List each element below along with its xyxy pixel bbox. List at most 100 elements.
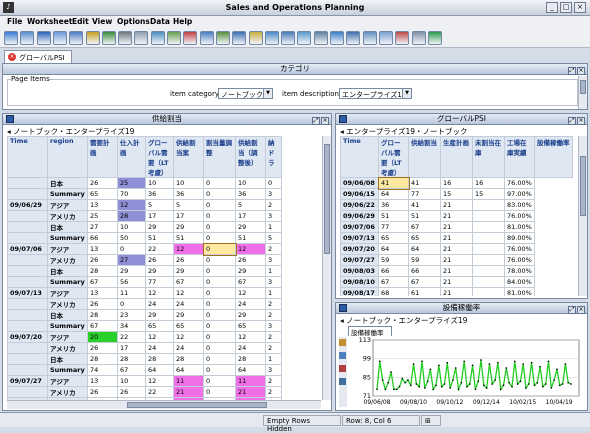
value-cell[interactable]: 25 xyxy=(87,210,118,222)
close-icon[interactable]: × xyxy=(321,117,329,125)
value-cell[interactable]: 65 xyxy=(235,320,266,332)
value-cell[interactable]: 3 xyxy=(265,320,282,332)
toolbar-button-12-icon[interactable] xyxy=(183,31,198,45)
value-cell[interactable] xyxy=(472,199,505,211)
toolbar-button-21-icon[interactable] xyxy=(330,31,344,45)
value-cell[interactable]: 5 xyxy=(235,199,266,211)
value-cell[interactable]: 11 xyxy=(117,287,146,299)
value-cell[interactable] xyxy=(472,276,505,288)
value-cell[interactable]: 66 xyxy=(87,232,118,244)
value-cell[interactable]: 3 xyxy=(265,364,282,376)
toolbar-button-10-icon[interactable] xyxy=(150,31,165,45)
toolbar-button-5-icon[interactable] xyxy=(69,31,84,45)
value-cell[interactable]: 13 xyxy=(87,287,118,299)
value-cell[interactable]: 29 xyxy=(145,309,174,321)
value-cell[interactable]: 2 xyxy=(265,298,282,310)
value-cell[interactable]: 21 xyxy=(440,254,473,266)
restore-icon[interactable]: ⤢ xyxy=(312,117,320,125)
value-cell[interactable]: 29 xyxy=(117,265,146,277)
column-header[interactable]: 割当量調整 xyxy=(203,136,236,178)
value-cell[interactable]: 50 xyxy=(117,232,146,244)
value-cell[interactable]: 29 xyxy=(173,221,204,233)
value-cell[interactable]: 12 xyxy=(117,199,146,211)
value-cell[interactable]: 12 xyxy=(173,287,204,299)
column-header[interactable]: 供給割当 xyxy=(408,136,441,178)
value-cell[interactable]: 2 xyxy=(265,199,282,211)
value-cell[interactable]: 26 xyxy=(87,386,118,398)
value-cell[interactable]: 64 xyxy=(235,364,266,376)
toolbar-button-20-icon[interactable] xyxy=(313,31,328,45)
value-cell[interactable]: 3 xyxy=(265,188,282,200)
value-cell[interactable]: 0 xyxy=(117,243,146,255)
value-cell[interactable]: 11 xyxy=(173,375,204,387)
value-cell[interactable]: 76.00% xyxy=(504,210,535,222)
value-cell[interactable]: 41 xyxy=(377,176,410,190)
value-cell[interactable]: 15 xyxy=(440,188,473,200)
value-cell[interactable]: 67 xyxy=(173,276,204,288)
value-cell[interactable] xyxy=(472,254,505,266)
toolbar-button-23-icon[interactable] xyxy=(362,31,377,45)
value-cell[interactable]: 51 xyxy=(145,232,174,244)
toolbar-button-17-icon[interactable] xyxy=(264,31,279,45)
value-cell[interactable]: 36 xyxy=(145,188,174,200)
value-cell[interactable]: 24 xyxy=(173,342,204,354)
restore-icon[interactable]: ⤢ xyxy=(568,67,576,75)
value-cell[interactable]: 66 xyxy=(408,265,441,277)
value-cell[interactable]: 36 xyxy=(378,199,409,211)
menu-edit[interactable]: Edit xyxy=(72,17,89,26)
value-cell[interactable]: 0 xyxy=(203,287,236,299)
value-cell[interactable]: 61 xyxy=(408,287,441,296)
value-cell[interactable]: 12 xyxy=(235,243,266,255)
value-cell[interactable]: 17 xyxy=(117,342,146,354)
value-cell[interactable]: 67 xyxy=(87,320,118,332)
value-cell[interactable]: 28 xyxy=(87,309,118,321)
value-cell[interactable]: 26 xyxy=(117,386,146,398)
toolbar-button-26-icon[interactable] xyxy=(411,31,426,45)
value-cell[interactable]: 21 xyxy=(440,276,473,288)
maximize-button[interactable]: □ xyxy=(560,2,572,13)
value-cell[interactable]: 81.00% xyxy=(504,221,535,233)
value-cell[interactable]: 24 xyxy=(145,298,174,310)
allocation-vscroll[interactable] xyxy=(322,136,331,400)
column-header[interactable]: 仕入計画 xyxy=(117,136,146,178)
menu-help[interactable]: Help xyxy=(173,17,192,26)
value-cell[interactable]: 2 xyxy=(265,375,282,387)
value-cell[interactable]: 21 xyxy=(440,265,473,277)
value-cell[interactable]: 64 xyxy=(378,188,409,200)
column-header[interactable]: region xyxy=(47,136,88,178)
value-cell[interactable]: 67 xyxy=(408,221,441,233)
value-cell[interactable]: 51 xyxy=(378,210,409,222)
value-cell[interactable]: 3 xyxy=(265,276,282,288)
value-cell[interactable]: 22 xyxy=(117,331,146,343)
toolbar-button-1-icon[interactable] xyxy=(4,31,18,45)
toolbar-button-3-icon[interactable] xyxy=(36,31,51,45)
value-cell[interactable]: 77 xyxy=(378,221,409,233)
value-cell[interactable]: 67 xyxy=(235,276,266,288)
toolbar-button-19-icon[interactable] xyxy=(297,31,312,45)
value-cell[interactable]: 78.00% xyxy=(504,265,535,277)
value-cell[interactable]: 26 xyxy=(87,342,118,354)
value-cell[interactable]: 26 xyxy=(87,298,118,310)
value-cell[interactable]: 0 xyxy=(203,364,236,376)
value-cell[interactable]: 81.00% xyxy=(504,287,535,296)
menu-file[interactable]: File xyxy=(7,17,22,26)
value-cell[interactable]: 17 xyxy=(145,210,174,222)
toolbar-button-25-icon[interactable] xyxy=(395,31,410,45)
value-cell[interactable]: 13 xyxy=(87,243,118,255)
value-cell[interactable]: 0 xyxy=(203,320,236,332)
value-cell[interactable]: 0 xyxy=(203,188,236,200)
value-cell[interactable]: 10 xyxy=(117,375,146,387)
value-cell[interactable]: 12 xyxy=(145,331,174,343)
value-cell[interactable]: 0 xyxy=(117,298,146,310)
value-cell[interactable]: 67 xyxy=(408,276,441,288)
close-icon[interactable]: × xyxy=(577,306,585,314)
value-cell[interactable]: 24 xyxy=(145,342,174,354)
value-cell[interactable]: 0 xyxy=(265,177,282,189)
value-cell[interactable] xyxy=(472,221,505,233)
panel-menu-icon[interactable] xyxy=(6,115,14,123)
toolbar-button-15-icon[interactable] xyxy=(232,31,247,45)
value-cell[interactable]: 0 xyxy=(203,221,236,233)
column-header[interactable]: Time xyxy=(340,136,379,178)
column-header[interactable]: 需要計画 xyxy=(87,136,118,178)
toolbar-button-14-icon[interactable] xyxy=(215,31,230,45)
